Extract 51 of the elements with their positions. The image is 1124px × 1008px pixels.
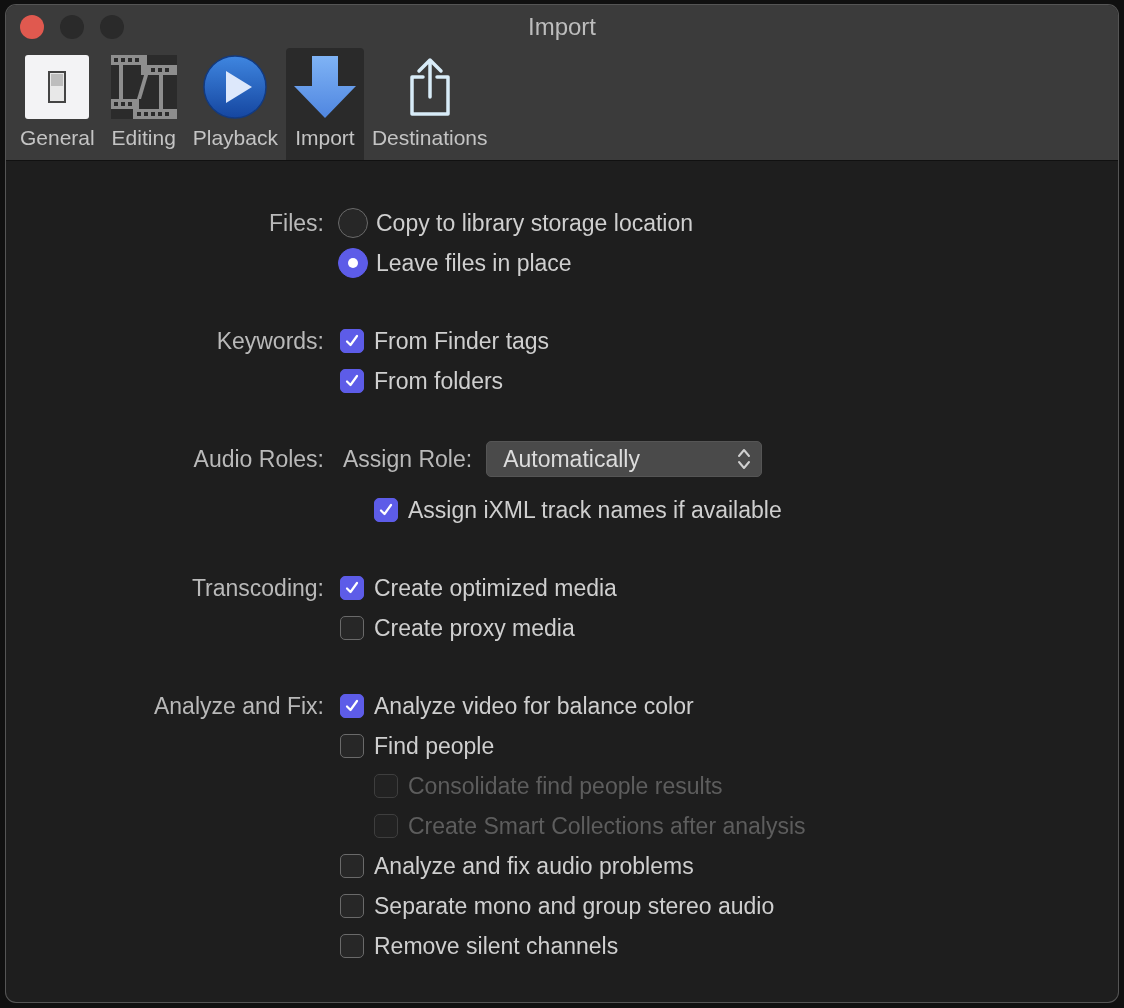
checkmark-icon: [344, 333, 360, 349]
option-label: Assign iXML track names if available: [408, 496, 782, 524]
option-label: From Finder tags: [374, 327, 550, 355]
section-label: Keywords:: [216, 327, 324, 356]
chevron-icon: [737, 447, 752, 471]
toolbar-tab[interactable]: Playback: [184, 48, 286, 160]
option-label: Copy to library storage location: [376, 209, 694, 237]
option-label: Create proxy media: [374, 614, 575, 642]
share-icon: [408, 57, 451, 117]
option-label: Remove silent channels: [374, 932, 619, 960]
toolbar-tab[interactable]: General: [12, 48, 103, 160]
checkbox[interactable]: [340, 694, 364, 718]
option-label: Find people: [374, 732, 495, 760]
checkbox[interactable]: [340, 329, 364, 353]
option-label: Create optimized media: [374, 574, 617, 602]
radio-button[interactable]: [338, 248, 368, 278]
option-label: Separate mono and group stereo audio: [374, 892, 775, 920]
checkbox[interactable]: [340, 934, 364, 958]
checkbox[interactable]: [340, 369, 364, 393]
section-label: Transcoding:: [191, 574, 324, 603]
toggle-switch-icon: [25, 55, 90, 119]
section-label: Analyze and Fix:: [153, 692, 324, 721]
checkbox[interactable]: [340, 616, 364, 640]
checkbox[interactable]: [340, 894, 364, 918]
option-label: Analyze and fix audio problems: [374, 852, 694, 880]
checkmark-icon: [378, 502, 394, 518]
window-title: Import: [528, 13, 596, 41]
radio-button[interactable]: [338, 208, 368, 238]
play-icon: [203, 55, 268, 119]
toolbar-tab[interactable]: Destinations: [363, 48, 496, 160]
download-arrow-icon: [293, 56, 356, 118]
field-label: Assign Role:: [343, 445, 473, 473]
section-label: Audio Roles:: [193, 445, 324, 474]
section-label: Files:: [269, 209, 324, 238]
option-label: Create Smart Collections after analysis: [408, 812, 806, 840]
film-strip-icon: [110, 55, 177, 119]
option-label: Consolidate find people results: [408, 772, 723, 800]
toolbar-tab[interactable]: Import: [285, 48, 364, 160]
option-label: From folders: [374, 367, 504, 395]
checkbox[interactable]: [340, 734, 364, 758]
close-button[interactable]: [20, 15, 44, 39]
checkmark-icon: [344, 698, 360, 714]
checkmark-icon: [344, 373, 360, 389]
option-label: Leave files in place: [376, 249, 572, 277]
toolbar-tab[interactable]: Editing: [102, 48, 185, 160]
checkbox[interactable]: [340, 576, 364, 600]
checkmark-icon: [344, 580, 360, 596]
checkbox[interactable]: [374, 498, 398, 522]
option-label: Analyze video for balance color: [374, 692, 694, 720]
popup-button[interactable]: Automatically: [486, 441, 763, 477]
checkbox[interactable]: [340, 854, 364, 878]
